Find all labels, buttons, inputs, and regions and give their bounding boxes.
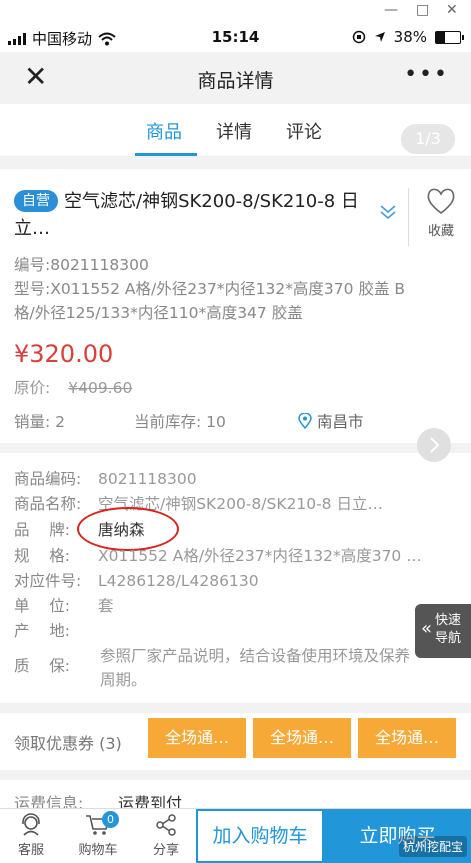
spec-key: 单 位:: [14, 597, 70, 615]
share-label: 分享: [152, 843, 179, 858]
coupon-button[interactable]: 全场通…: [148, 718, 246, 758]
orientation-lock-icon: [352, 30, 365, 44]
quick-nav-label: 导航: [435, 631, 462, 646]
warranty-value: 参照厂家产品说明，结合设备使用环境及保养 周期。: [100, 644, 460, 692]
divider: [0, 770, 471, 780]
close-window-button[interactable]: ✕: [446, 2, 458, 18]
cart-label: 购物车: [78, 843, 118, 858]
chevron-right-icon: [430, 437, 440, 453]
spec-row: 规 格: X011552 A格/外径237*内径132*高度370 …: [14, 544, 422, 566]
original-price-value: ¥409.60: [68, 379, 133, 397]
share-button[interactable]: 分享: [138, 813, 194, 858]
spec-value: L4286128/L4286130: [98, 572, 259, 590]
cart-count-badge: 0: [102, 811, 119, 828]
favorite-button[interactable]: 收藏: [418, 186, 464, 239]
cart-button[interactable]: 0 购物车: [70, 811, 126, 858]
stock-count: 当前库存: 10: [134, 413, 226, 431]
spec-row: 单 位: 套: [14, 594, 114, 616]
coupon-label: 领取优惠券 (3): [14, 734, 122, 753]
tab-details[interactable]: 详情: [216, 118, 252, 144]
divider: [0, 157, 471, 169]
heart-icon: [427, 188, 455, 215]
location-text: 南昌市: [316, 413, 364, 431]
sales-count: 销量: 2: [14, 413, 66, 431]
spec-key: 商品名称:: [14, 495, 82, 513]
page-title: 商品详情: [197, 70, 274, 92]
product-model: 型号:X011552 A格/外径237*内径132*高度370 胶盖 B格/外径…: [14, 280, 406, 322]
spec-row: 对应件号: L4286128/L4286130: [14, 569, 259, 591]
expand-chevron-icon[interactable]: [378, 202, 398, 222]
minimize-button[interactable]: —: [384, 2, 398, 18]
spec-row: 质 保:: [14, 654, 98, 676]
next-button[interactable]: [417, 428, 451, 462]
spec-value: 周期。: [100, 671, 147, 689]
image-pager: 1/3: [401, 124, 455, 154]
divider: [408, 188, 409, 246]
spec-key: 对应件号:: [14, 572, 82, 590]
location-pin-icon: [298, 412, 312, 430]
spec-key: 质 保:: [14, 657, 70, 675]
coupon-button[interactable]: 全场通…: [253, 718, 351, 758]
product-name-text: 空气滤芯/神钢SK200-8/SK210-8 日立…: [14, 191, 359, 239]
customer-service-label: 客服: [17, 843, 44, 858]
status-bar: 中国移动 15:14 38%: [0, 22, 471, 52]
more-options-icon[interactable]: •••: [404, 62, 449, 87]
spec-row: 商品编码: 8021118300: [14, 467, 197, 489]
spec-row: 产 地:: [14, 619, 98, 641]
spec-value: 参照厂家产品说明，结合设备使用环境及保养: [100, 647, 411, 665]
location: 南昌市: [298, 410, 363, 432]
product-code: 编号:8021118300: [14, 256, 149, 274]
customer-service-button[interactable]: 客服: [3, 813, 59, 858]
spec-row: 商品名称: 空气滤芯/神钢SK200-8/SK210-8 日立…: [14, 492, 383, 514]
self-operated-badge: 自营: [14, 190, 58, 212]
divider: [0, 703, 471, 713]
add-to-cart-button[interactable]: 加入购物车: [196, 809, 324, 863]
spec-value: X011552 A格/外径237*内径132*高度370 …: [98, 547, 422, 565]
tab-product[interactable]: 商品: [146, 118, 182, 144]
divider: [0, 443, 471, 453]
window-controls: — □ ✕: [0, 0, 471, 22]
customer-service-icon: [22, 813, 40, 836]
coupon-button[interactable]: 全场通…: [358, 718, 456, 758]
watermark: 杭州挖配宝: [398, 836, 467, 857]
favorite-label: 收藏: [427, 224, 454, 239]
location-arrow-icon: [374, 32, 385, 42]
quick-nav-button[interactable]: « 快速导航: [415, 604, 471, 658]
tab-bar: 商品 详情 评论: [0, 104, 471, 157]
product-price: ¥320.00: [14, 340, 114, 368]
product-name: 自营 空气滤芯/神钢SK200-8/SK210-8 日立…: [14, 188, 389, 242]
battery-percent: 38%: [393, 28, 427, 46]
original-price-label: 原价:: [14, 379, 51, 397]
maximize-button[interactable]: □: [416, 2, 429, 18]
battery-icon: [435, 30, 464, 44]
tab-indicator: [135, 153, 197, 156]
spec-key: 产 地:: [14, 622, 70, 640]
spec-key: 规 格:: [14, 547, 70, 565]
original-price: 原价: ¥409.60: [14, 376, 132, 398]
spec-value: 8021118300: [98, 470, 197, 488]
double-chevron-left-icon: «: [421, 618, 433, 639]
share-icon: [156, 814, 176, 836]
navigation-bar: ✕ 商品详情 •••: [0, 52, 471, 104]
spec-value: 套: [98, 597, 114, 615]
tab-reviews[interactable]: 评论: [286, 118, 322, 144]
quick-nav-label: 快速: [435, 613, 462, 628]
spec-key: 商品编码:: [14, 470, 82, 488]
